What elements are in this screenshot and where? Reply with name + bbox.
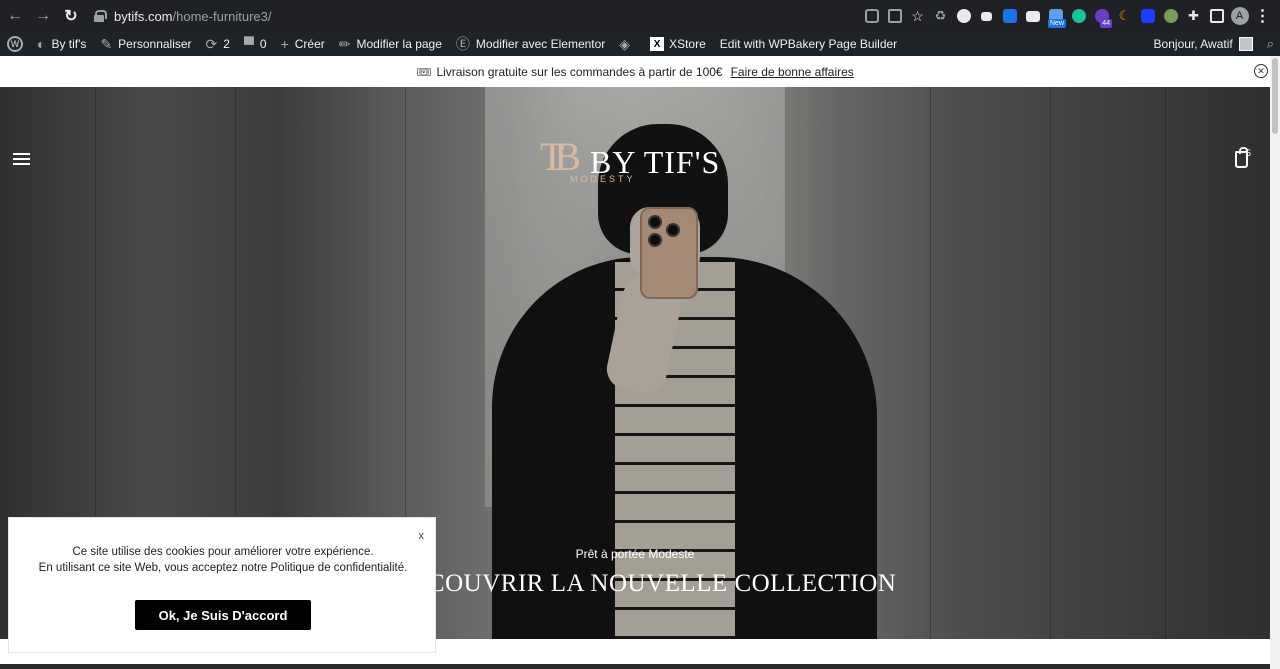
- site-logo[interactable]: TB BY TIF'S MODESTY: [540, 132, 730, 187]
- browser-toolbar: ← → ↻ bytifs.com /home-furniture3/ ☆ ♻ N…: [0, 0, 1280, 32]
- diamond-icon: ◈: [619, 35, 631, 52]
- promo-text: Livraison gratuite sur les commandes à p…: [436, 64, 723, 79]
- logo-monogram: TB: [540, 134, 581, 179]
- pencil-icon: ✏: [338, 35, 351, 52]
- cookie-close-button[interactable]: x: [419, 530, 425, 542]
- logo-subtext: MODESTY: [570, 174, 636, 184]
- translate-icon[interactable]: [860, 4, 883, 28]
- xstore-link[interactable]: X XStore: [643, 32, 713, 56]
- cookie-line-2: En utilisant ce site Web, vous acceptez …: [38, 562, 408, 574]
- wpbakery-link[interactable]: Edit with WPBakery Page Builder: [713, 32, 904, 56]
- flag-extension-icon[interactable]: [975, 4, 998, 28]
- screen-capture-icon[interactable]: [1136, 4, 1159, 28]
- taskbar-edge: [0, 664, 1280, 669]
- elementor-icon: Ⓔ: [455, 36, 470, 52]
- customize-brush-icon: ✎: [100, 35, 113, 52]
- ticket-icon: 🎟: [416, 64, 432, 79]
- camera-extension-icon[interactable]: [1021, 4, 1044, 28]
- reload-icon[interactable]: ↻: [58, 3, 84, 29]
- purple-extension-icon[interactable]: 44: [1090, 4, 1113, 28]
- new-content-link[interactable]: + Créer: [274, 32, 332, 56]
- profile-avatar[interactable]: A: [1228, 4, 1251, 28]
- customize-link[interactable]: ✎ Personnaliser: [93, 32, 198, 56]
- new-extension-icon[interactable]: New: [1044, 4, 1067, 28]
- cookie-message: Ce site utilise des cookies pour amélior…: [9, 544, 437, 576]
- cookie-consent-popup: x Ce site utilise des cookies pour améli…: [8, 517, 436, 653]
- side-panel-icon[interactable]: [1205, 4, 1228, 28]
- edit-elementor-link[interactable]: Ⓔ Modifier avec Elementor: [449, 32, 612, 56]
- address-bar[interactable]: bytifs.com /home-furniture3/: [84, 3, 804, 29]
- back-arrow-icon[interactable]: ←: [2, 3, 28, 29]
- dashboard-icon: ◐: [37, 36, 46, 52]
- avatar[interactable]: [1238, 37, 1253, 51]
- forward-arrow-icon[interactable]: →: [30, 3, 56, 29]
- lock-icon: [94, 10, 107, 22]
- hamburger-menu-icon[interactable]: [13, 153, 30, 165]
- wordpress-menu[interactable]: W: [0, 32, 30, 56]
- star-icon[interactable]: ☆: [906, 4, 929, 28]
- scrollbar-thumb[interactable]: [1272, 58, 1278, 134]
- diamond-link[interactable]: ◈: [612, 32, 643, 56]
- browser-menu-icon[interactable]: ⋮: [1251, 4, 1274, 28]
- recycle-extension-icon[interactable]: ♻: [929, 4, 952, 28]
- grammarly-icon[interactable]: [1067, 4, 1090, 28]
- globe-extension-icon[interactable]: [952, 4, 975, 28]
- promo-link[interactable]: Faire de bonne affaires: [731, 65, 854, 79]
- edit-page-link[interactable]: ✏ Modifier la page: [332, 32, 449, 56]
- xstore-icon: X: [650, 37, 665, 51]
- wp-account-area: Bonjour, Awatif ⌕: [1154, 32, 1274, 56]
- cart-count: 5: [1246, 148, 1252, 158]
- extensions-icon[interactable]: ✚: [1182, 4, 1205, 28]
- wordpress-icon: W: [7, 36, 23, 52]
- site-name-link[interactable]: ◐ By tif's: [30, 32, 93, 56]
- cat-extension-icon[interactable]: [1159, 4, 1182, 28]
- url-host: bytifs.com: [114, 8, 173, 24]
- comments-icon: ▀: [243, 36, 254, 52]
- translate-extension-icon[interactable]: [998, 4, 1021, 28]
- cookie-line-1: Ce site utilise des cookies pour amélior…: [72, 546, 374, 558]
- moon-extension-icon[interactable]: ☾: [1113, 4, 1136, 28]
- extensions-toolbar: ☆ ♻ New 44 ☾ ✚ A ⋮: [860, 4, 1274, 28]
- share-icon[interactable]: [883, 4, 906, 28]
- updates-icon: ⟳: [205, 35, 218, 52]
- wp-admin-bar: W ◐ By tif's ✎ Personnaliser ⟳ 2 ▀ 0 + Créer …: [0, 32, 1280, 56]
- announcement-bar: 🎟 Livraison gratuite sur les commandes à…: [0, 56, 1270, 87]
- account-greeting[interactable]: Bonjour, Awatif: [1154, 37, 1233, 51]
- cookie-accept-button[interactable]: Ok, Je Suis D'accord: [135, 600, 311, 630]
- page-scrollbar[interactable]: [1270, 56, 1280, 669]
- close-circle-icon[interactable]: ✕: [1254, 64, 1268, 78]
- comments-link[interactable]: ▀ 0: [237, 32, 274, 56]
- updates-link[interactable]: ⟳ 2: [199, 32, 237, 56]
- url-path: /home-furniture3/: [172, 8, 272, 24]
- plus-icon: +: [280, 36, 289, 52]
- search-icon[interactable]: ⌕: [1267, 36, 1274, 52]
